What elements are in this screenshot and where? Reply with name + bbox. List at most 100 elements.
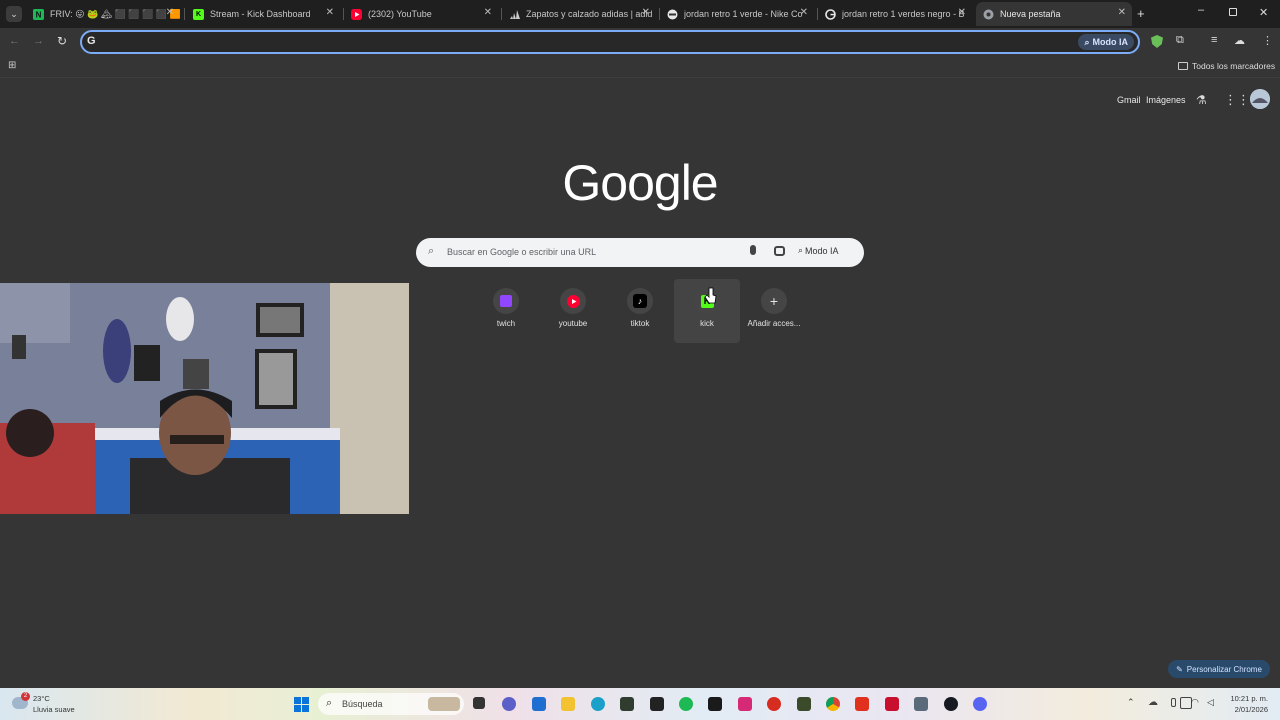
onedrive-cloud-icon[interactable]: ☁ (1148, 697, 1158, 708)
tab-youtube[interactable]: (2302) YouTube ✕ (348, 2, 498, 26)
red-app-icon[interactable] (767, 697, 781, 711)
shortcut-add[interactable]: + Añadir acces... (741, 279, 807, 343)
address-bar[interactable]: G ⌕ Modo IA (80, 30, 1140, 54)
clock-date: 2/01/2026 (1234, 705, 1268, 714)
tab-adidas[interactable]: Zapatos y calzado adidas | adid ✕ (506, 2, 656, 26)
windows-taskbar: 2 23°C Lluvia suave ⌕ Búsqueda ⌃ ☁ ◠ ◁ 1… (0, 688, 1280, 720)
instagram-icon[interactable] (738, 697, 752, 711)
google-apps-icon[interactable]: ⋮⋮ (1224, 92, 1250, 108)
capcut-icon[interactable] (708, 697, 722, 711)
all-bookmarks-label: Todos los marcadores (1192, 61, 1276, 71)
ai-mode-label: Modo IA (805, 245, 839, 256)
close-tab-icon[interactable]: ✕ (642, 7, 650, 18)
forward-arrow-icon[interactable]: → (33, 35, 44, 47)
wifi-icon[interactable]: ◠ (1191, 697, 1199, 708)
tab-search-button[interactable]: ⌄ (6, 6, 22, 22)
shortcut-tiktok[interactable]: ♪ tiktok (607, 279, 673, 343)
kick-favicon-icon: K (193, 8, 204, 20)
tab-strip: ⌄ N FRIV: 😛 🐸 🏔 ⬛ ⬛ ⬛ ⬛ 🟧 ✕ K Stream - K… (0, 0, 1280, 28)
chat-app-icon[interactable] (502, 697, 516, 711)
close-tab-icon[interactable]: ✕ (484, 7, 492, 18)
tab-nike-search[interactable]: jordan retro 1 verde - Nike Co ✕ (664, 2, 814, 26)
shield-extension-icon[interactable] (1151, 35, 1163, 48)
app-icon-dark-green[interactable] (620, 697, 634, 711)
windows-start-icon[interactable] (294, 697, 309, 712)
discord-icon[interactable] (973, 697, 987, 711)
wps-icon[interactable] (855, 697, 869, 711)
shortcut-icon-bg (560, 288, 586, 314)
close-tab-icon[interactable]: ✕ (800, 7, 808, 18)
more-menu-icon[interactable]: ⋮ (1262, 34, 1273, 47)
friv-favicon-icon: N (33, 8, 44, 20)
search-box[interactable]: ⌕ Buscar en Google o escribir una URL ⌕ … (416, 238, 864, 267)
tab-friv[interactable]: N FRIV: 😛 🐸 🏔 ⬛ ⬛ ⬛ ⬛ 🟧 ✕ (30, 2, 180, 26)
edge-icon[interactable] (591, 697, 605, 711)
chevron-up-icon[interactable]: ⌃ (1127, 697, 1135, 708)
ai-mode-search-button[interactable]: ⌕ Modo IA (798, 245, 839, 256)
tab-divider (501, 8, 502, 20)
spotify-icon[interactable] (679, 697, 693, 711)
ai-mode-button[interactable]: ⌕ Modo IA (1078, 34, 1134, 50)
epic-games-icon[interactable] (650, 697, 664, 711)
profile-cloud-icon[interactable]: ☁ (1234, 34, 1245, 47)
pdf-app-icon[interactable] (885, 697, 899, 711)
new-tab-button[interactable]: + (1137, 6, 1145, 21)
back-arrow-icon[interactable]: ← (9, 35, 20, 47)
weather-widget[interactable]: 23°C Lluvia suave (33, 693, 75, 715)
close-tab-icon[interactable]: ✕ (166, 7, 174, 18)
shortcut-label: twich (496, 319, 516, 328)
microphone-tray-icon[interactable] (1171, 698, 1176, 707)
labs-flask-icon[interactable]: ⚗ (1196, 93, 1207, 107)
search-input[interactable]: Buscar en Google o escribir una URL (447, 247, 596, 257)
close-tab-icon[interactable]: ✕ (326, 7, 334, 18)
extensions-puzzle-icon[interactable]: ⧉ (1176, 34, 1184, 47)
game-app-icon[interactable] (797, 697, 811, 711)
search-highlight-icon (428, 697, 460, 711)
images-link[interactable]: Imágenes (1146, 95, 1186, 105)
chrome-icon[interactable] (826, 697, 840, 711)
steam-icon[interactable] (944, 697, 958, 711)
restore-button[interactable] (1229, 8, 1237, 16)
taskbar-search[interactable]: ⌕ Búsqueda (318, 693, 464, 715)
search-icon: ⌕ (326, 697, 333, 709)
toolbar: ← → ↻ G ⌕ Modo IA ⧉ ≡ ☁ ⋮ (0, 28, 1280, 56)
close-tab-icon[interactable]: ✕ (958, 7, 966, 18)
task-view-icon[interactable] (473, 697, 485, 709)
tab-divider (817, 8, 818, 20)
photos-app-icon[interactable] (914, 697, 928, 711)
file-explorer-icon[interactable] (561, 697, 575, 711)
apps-grid-icon[interactable]: ⊞ (8, 60, 16, 71)
tab-divider (659, 8, 660, 20)
reload-icon[interactable]: ↻ (57, 34, 67, 48)
clock[interactable]: 10:21 p. m. 2/01/2026 (1230, 693, 1268, 715)
store-icon[interactable] (532, 697, 546, 711)
all-bookmarks-button[interactable]: Todos los marcadores (1178, 61, 1275, 71)
webcam-overlay (0, 283, 409, 514)
close-window-button[interactable]: ✕ (1259, 6, 1268, 19)
folder-icon (1178, 62, 1188, 70)
search-sparkle-icon: ⌕ (798, 245, 804, 255)
plus-icon: + (769, 293, 779, 309)
lens-camera-icon[interactable] (774, 246, 785, 256)
customize-chrome-button[interactable]: ✎ Personalizar Chrome (1168, 660, 1270, 678)
microphone-icon[interactable] (750, 245, 756, 255)
gmail-link[interactable]: Gmail (1117, 95, 1141, 105)
tab-new-tab[interactable]: Nueva pestaña ✕ (976, 2, 1132, 26)
tab-kick-dashboard[interactable]: K Stream - Kick Dashboard ✕ (190, 2, 340, 26)
close-tab-icon[interactable]: ✕ (1118, 7, 1126, 18)
minimize-button[interactable]: – (1198, 4, 1204, 16)
tab-title: jordan retro 1 verdes negro - B (842, 9, 965, 19)
notification-badge: 2 (21, 692, 30, 701)
google-g-icon: G (87, 35, 96, 47)
reading-list-icon[interactable]: ≡ (1211, 34, 1217, 46)
shortcut-icon-bg: ♪ (627, 288, 653, 314)
shortcut-twitch[interactable]: twich (473, 279, 539, 343)
tab-title: Zapatos y calzado adidas | adid (526, 9, 653, 19)
pencil-icon: ✎ (1176, 664, 1183, 674)
account-avatar[interactable] (1250, 89, 1270, 109)
shortcut-label: youtube (558, 319, 588, 328)
shortcut-label: kick (700, 319, 714, 328)
tab-jordan-search[interactable]: jordan retro 1 verdes negro - B ✕ (822, 2, 972, 26)
shortcut-youtube[interactable]: youtube (540, 279, 606, 343)
volume-icon[interactable]: ◁ (1207, 697, 1214, 708)
